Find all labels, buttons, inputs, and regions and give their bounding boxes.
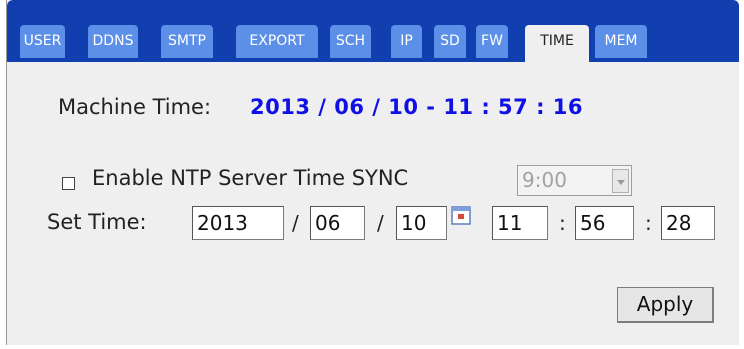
calendar-icon[interactable] (451, 205, 471, 225)
day-input[interactable] (396, 206, 447, 240)
time-separator: : (645, 211, 652, 235)
ntp-sync-label: Enable NTP Server Time SYNC (92, 166, 409, 190)
machine-time-value: 2013 / 06 / 10 - 11 : 57 : 16 (250, 95, 584, 119)
time-settings-panel: USER DDNS SMTP EXPORT SCH IP SD FW TIME … (6, 0, 739, 345)
tab-ddns[interactable]: DDNS (88, 25, 138, 58)
ntp-sync-checkbox[interactable] (62, 177, 75, 190)
machine-time-label: Machine Time: (58, 95, 212, 119)
chevron-down-icon[interactable] (612, 169, 629, 193)
ntp-timezone-select[interactable]: 9:00 (517, 165, 632, 196)
tab-bar: USER DDNS SMTP EXPORT SCH IP SD FW TIME … (7, 0, 739, 62)
date-separator: / (292, 211, 299, 235)
tab-export[interactable]: EXPORT (236, 25, 318, 58)
month-input[interactable] (310, 206, 365, 240)
time-separator: : (559, 211, 566, 235)
hour-input[interactable] (492, 206, 548, 240)
tab-fw[interactable]: FW (476, 25, 508, 58)
apply-button[interactable]: Apply (617, 287, 714, 323)
minute-input[interactable] (575, 206, 634, 240)
tab-user[interactable]: USER (20, 25, 65, 58)
tab-sch[interactable]: SCH (330, 25, 371, 58)
tab-smtp[interactable]: SMTP (161, 25, 213, 58)
tab-time[interactable]: TIME (525, 25, 589, 62)
date-separator: / (377, 211, 384, 235)
second-input[interactable] (661, 206, 715, 240)
year-input[interactable] (192, 206, 284, 240)
ntp-timezone-value: 9:00 (522, 168, 567, 192)
tab-sd[interactable]: SD (434, 25, 466, 58)
tab-mem[interactable]: MEM (595, 25, 647, 58)
set-time-label: Set Time: (47, 210, 147, 234)
tab-ip[interactable]: IP (391, 25, 422, 58)
